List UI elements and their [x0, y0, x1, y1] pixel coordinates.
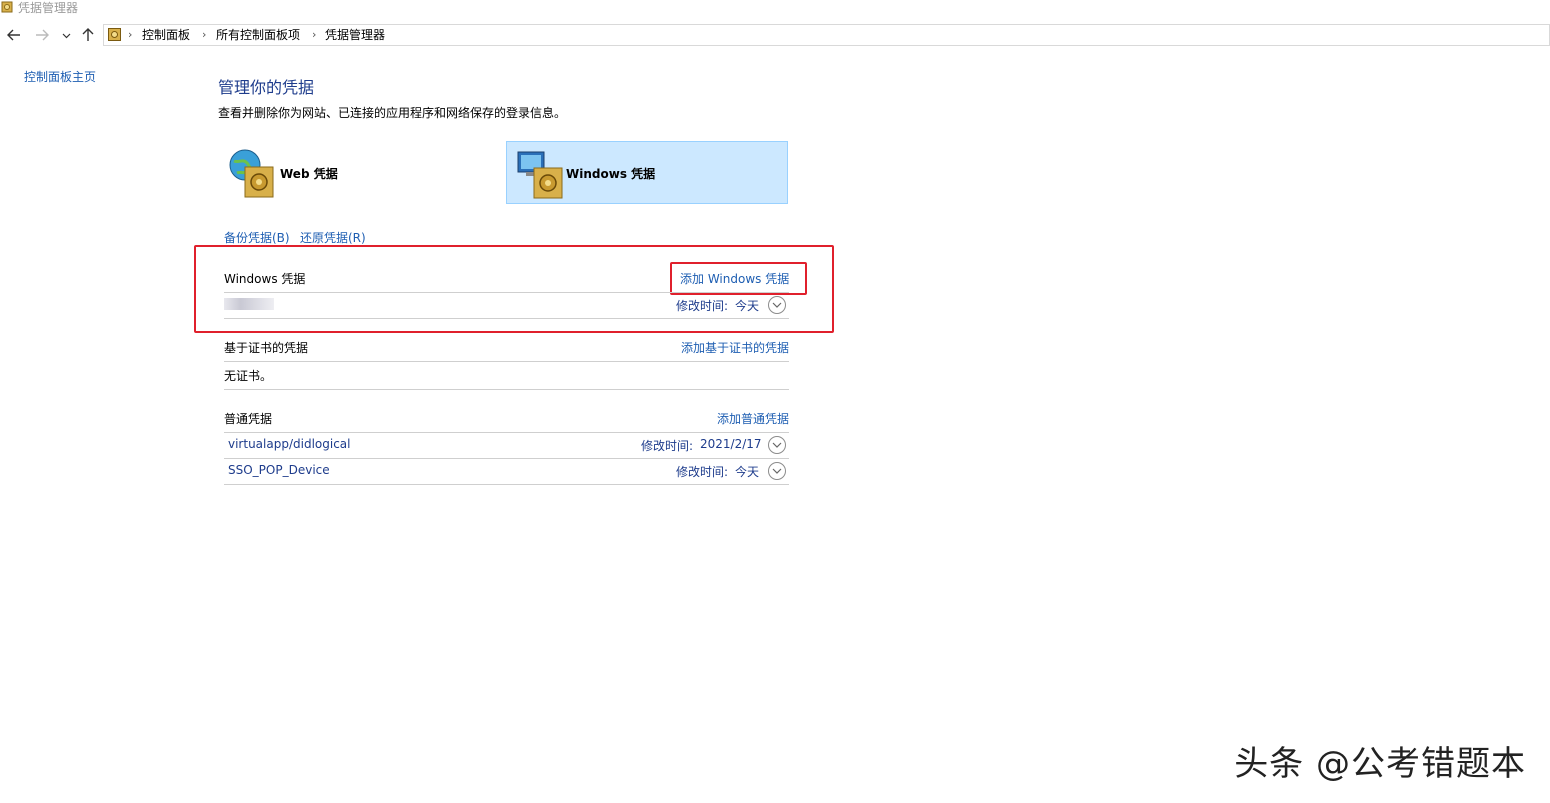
divider: [224, 458, 789, 459]
divider: [224, 389, 789, 390]
no-certificates-text: 无证书。: [224, 369, 273, 383]
control-panel-icon: [108, 28, 121, 41]
page-description: 查看并删除你为网站、已连接的应用程序和网络保存的登录信息。: [218, 106, 567, 120]
restore-credentials-link[interactable]: 还原凭据(R): [300, 229, 366, 246]
breadcrumb-separator-icon: ›: [312, 28, 317, 41]
breadcrumb-credential-manager[interactable]: 凭据管理器: [325, 25, 385, 45]
modified-value: 2021/2/17: [700, 437, 762, 451]
generic-credentials-section-title: 普通凭据: [224, 412, 273, 426]
up-arrow-icon[interactable]: [80, 27, 96, 43]
chevron-down-icon: [772, 442, 782, 448]
breadcrumb-separator-icon: ›: [128, 28, 133, 41]
divider: [224, 292, 789, 293]
windows-credentials-label: Windows 凭据: [566, 167, 656, 181]
windows-credentials-section-title: Windows 凭据: [224, 272, 306, 286]
page-title: 管理你的凭据: [218, 78, 315, 97]
monitor-vault-icon: [517, 151, 563, 199]
control-panel-home-link[interactable]: 控制面板主页: [24, 68, 96, 85]
divider: [224, 318, 789, 319]
expand-chevron-icon[interactable]: [768, 436, 786, 454]
credential-manager-icon: [1, 1, 13, 13]
back-arrow-icon[interactable]: [6, 27, 22, 43]
expand-chevron-icon[interactable]: [768, 462, 786, 480]
address-bar[interactable]: › 控制面板 › 所有控制面板项 › 凭据管理器: [103, 24, 1550, 46]
add-windows-credential-link[interactable]: 添加 Windows 凭据: [680, 270, 789, 287]
expand-chevron-icon[interactable]: [768, 296, 786, 314]
title-bar: 凭据管理器: [0, 0, 1550, 16]
certificate-credentials-section-title: 基于证书的凭据: [224, 341, 309, 355]
breadcrumb-all-items[interactable]: 所有控制面板项: [216, 25, 300, 45]
divider: [224, 432, 789, 433]
modified-value: 今天: [735, 465, 760, 479]
watermark: 头条 @公考错题本: [1234, 744, 1526, 784]
web-credentials-tile[interactable]: Web 凭据: [218, 141, 500, 204]
window-title: 凭据管理器: [18, 1, 79, 15]
modified-value: 今天: [735, 299, 760, 313]
breadcrumb-control-panel[interactable]: 控制面板: [142, 25, 190, 45]
web-credentials-label: Web 凭据: [280, 167, 338, 181]
credential-name[interactable]: virtualapp/didlogical: [228, 437, 350, 451]
divider: [224, 484, 789, 485]
windows-credentials-tile[interactable]: Windows 凭据: [506, 141, 788, 204]
breadcrumb-separator-icon: ›: [202, 28, 207, 41]
redacted-credential-name[interactable]: [224, 298, 274, 310]
chevron-down-icon: [772, 468, 782, 474]
modified-label: 修改时间:: [676, 465, 729, 479]
chevron-down-icon: [772, 302, 782, 308]
forward-arrow-icon[interactable]: [34, 27, 50, 43]
recent-locations-chevron-icon[interactable]: [62, 31, 71, 40]
modified-label: 修改时间:: [676, 299, 729, 313]
credential-name[interactable]: SSO_POP_Device: [228, 463, 330, 477]
globe-vault-icon: [229, 149, 274, 198]
backup-credentials-link[interactable]: 备份凭据(B): [224, 229, 290, 246]
divider: [224, 361, 789, 362]
add-certificate-credential-link[interactable]: 添加基于证书的凭据: [681, 339, 789, 356]
add-generic-credential-link[interactable]: 添加普通凭据: [717, 410, 789, 427]
modified-label: 修改时间:: [641, 439, 694, 453]
